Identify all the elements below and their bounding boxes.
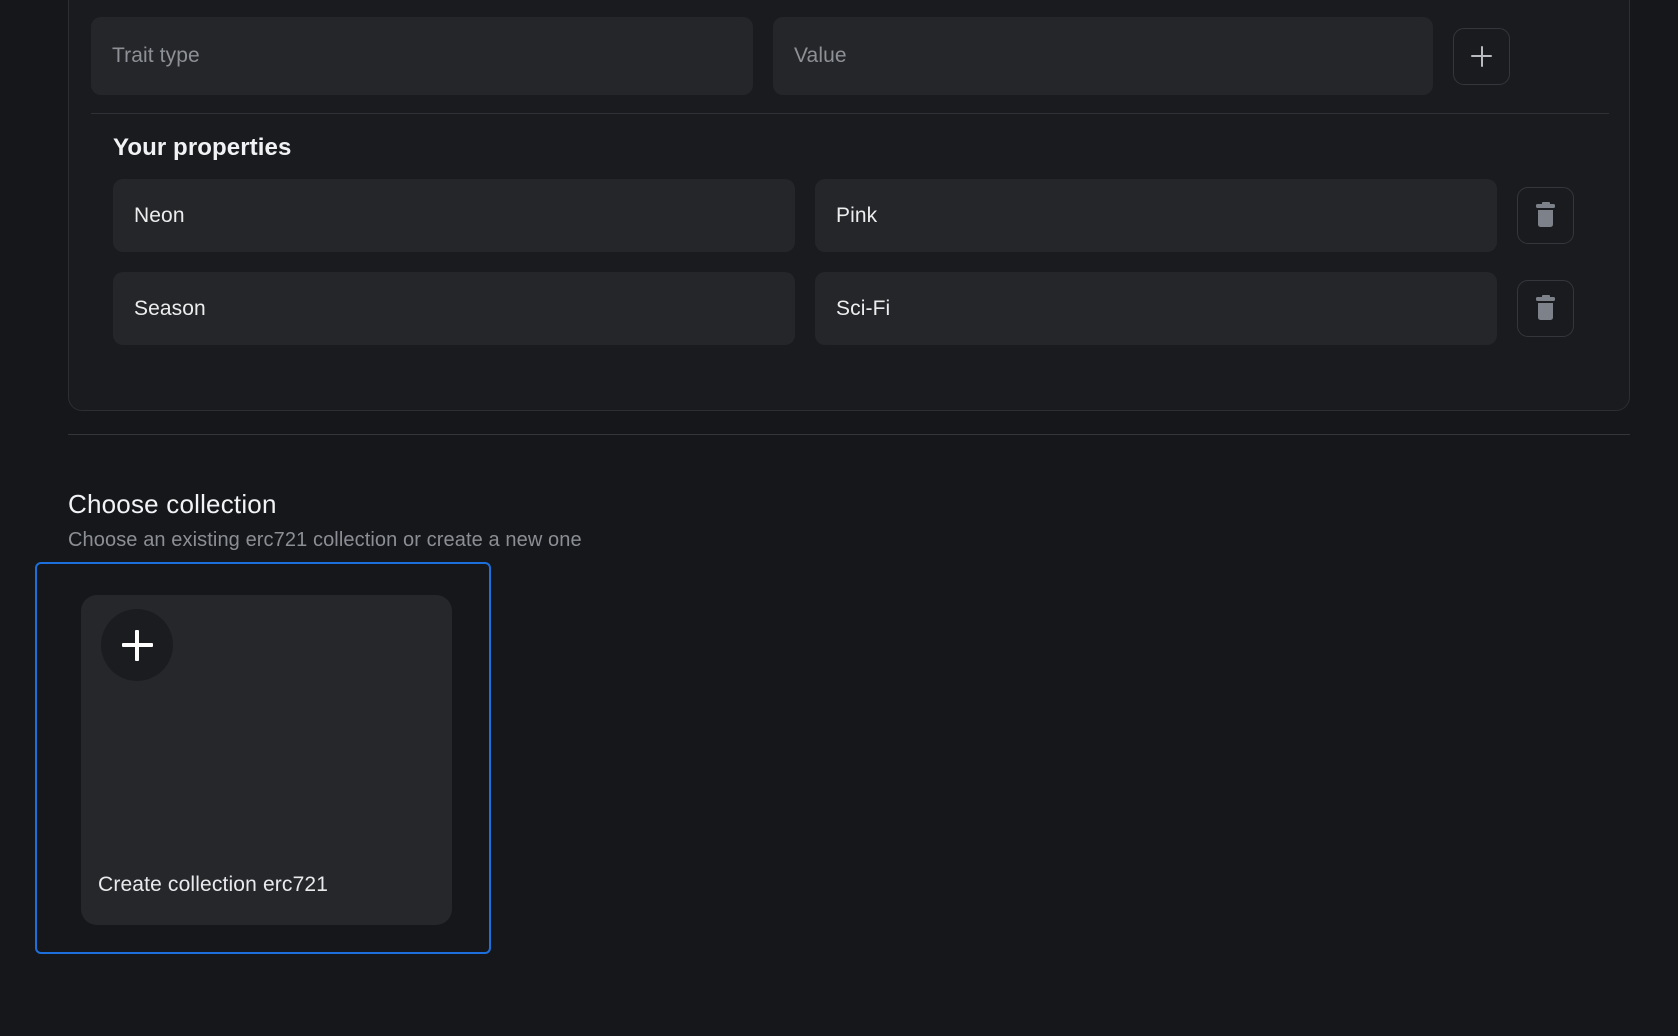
choose-collection-title: Choose collection: [68, 487, 1630, 521]
trash-icon: [1536, 297, 1555, 320]
trait-value-input[interactable]: Value: [773, 17, 1433, 95]
properties-divider: [91, 113, 1609, 114]
choose-collection-subtitle: Choose an existing erc721 collection or …: [68, 527, 1630, 553]
trait-entry-row: Trait type Value: [91, 17, 1609, 95]
create-collection-plus-button[interactable]: [101, 609, 173, 681]
delete-property-button[interactable]: [1517, 187, 1574, 244]
property-row: Season Sci-Fi: [113, 272, 1587, 345]
your-properties-heading: Your properties: [113, 134, 291, 162]
properties-panel: Trait type Value Your properties Neon Pi…: [68, 0, 1630, 411]
properties-list: Neon Pink Season Sci-Fi: [113, 179, 1587, 345]
create-nft-page: Trait type Value Your properties Neon Pi…: [0, 0, 1678, 1036]
property-key-field[interactable]: Neon: [113, 179, 795, 252]
create-collection-tile: Create collection erc721: [81, 595, 452, 925]
create-collection-label: Create collection erc721: [98, 873, 328, 897]
delete-property-button[interactable]: [1517, 280, 1574, 337]
add-trait-button[interactable]: [1453, 28, 1510, 85]
choose-collection-section: Choose collection Choose an existing erc…: [68, 487, 1630, 553]
plus-icon: [1471, 46, 1492, 67]
trait-type-input[interactable]: Trait type: [91, 17, 753, 95]
section-divider: [68, 434, 1630, 435]
property-value-field[interactable]: Pink: [815, 179, 1497, 252]
plus-icon: [122, 630, 153, 661]
property-key-field[interactable]: Season: [113, 272, 795, 345]
property-value-field[interactable]: Sci-Fi: [815, 272, 1497, 345]
trash-icon: [1536, 204, 1555, 227]
create-collection-card[interactable]: Create collection erc721: [35, 562, 491, 954]
collection-grid: Create collection erc721: [35, 562, 491, 954]
property-row: Neon Pink: [113, 179, 1587, 252]
